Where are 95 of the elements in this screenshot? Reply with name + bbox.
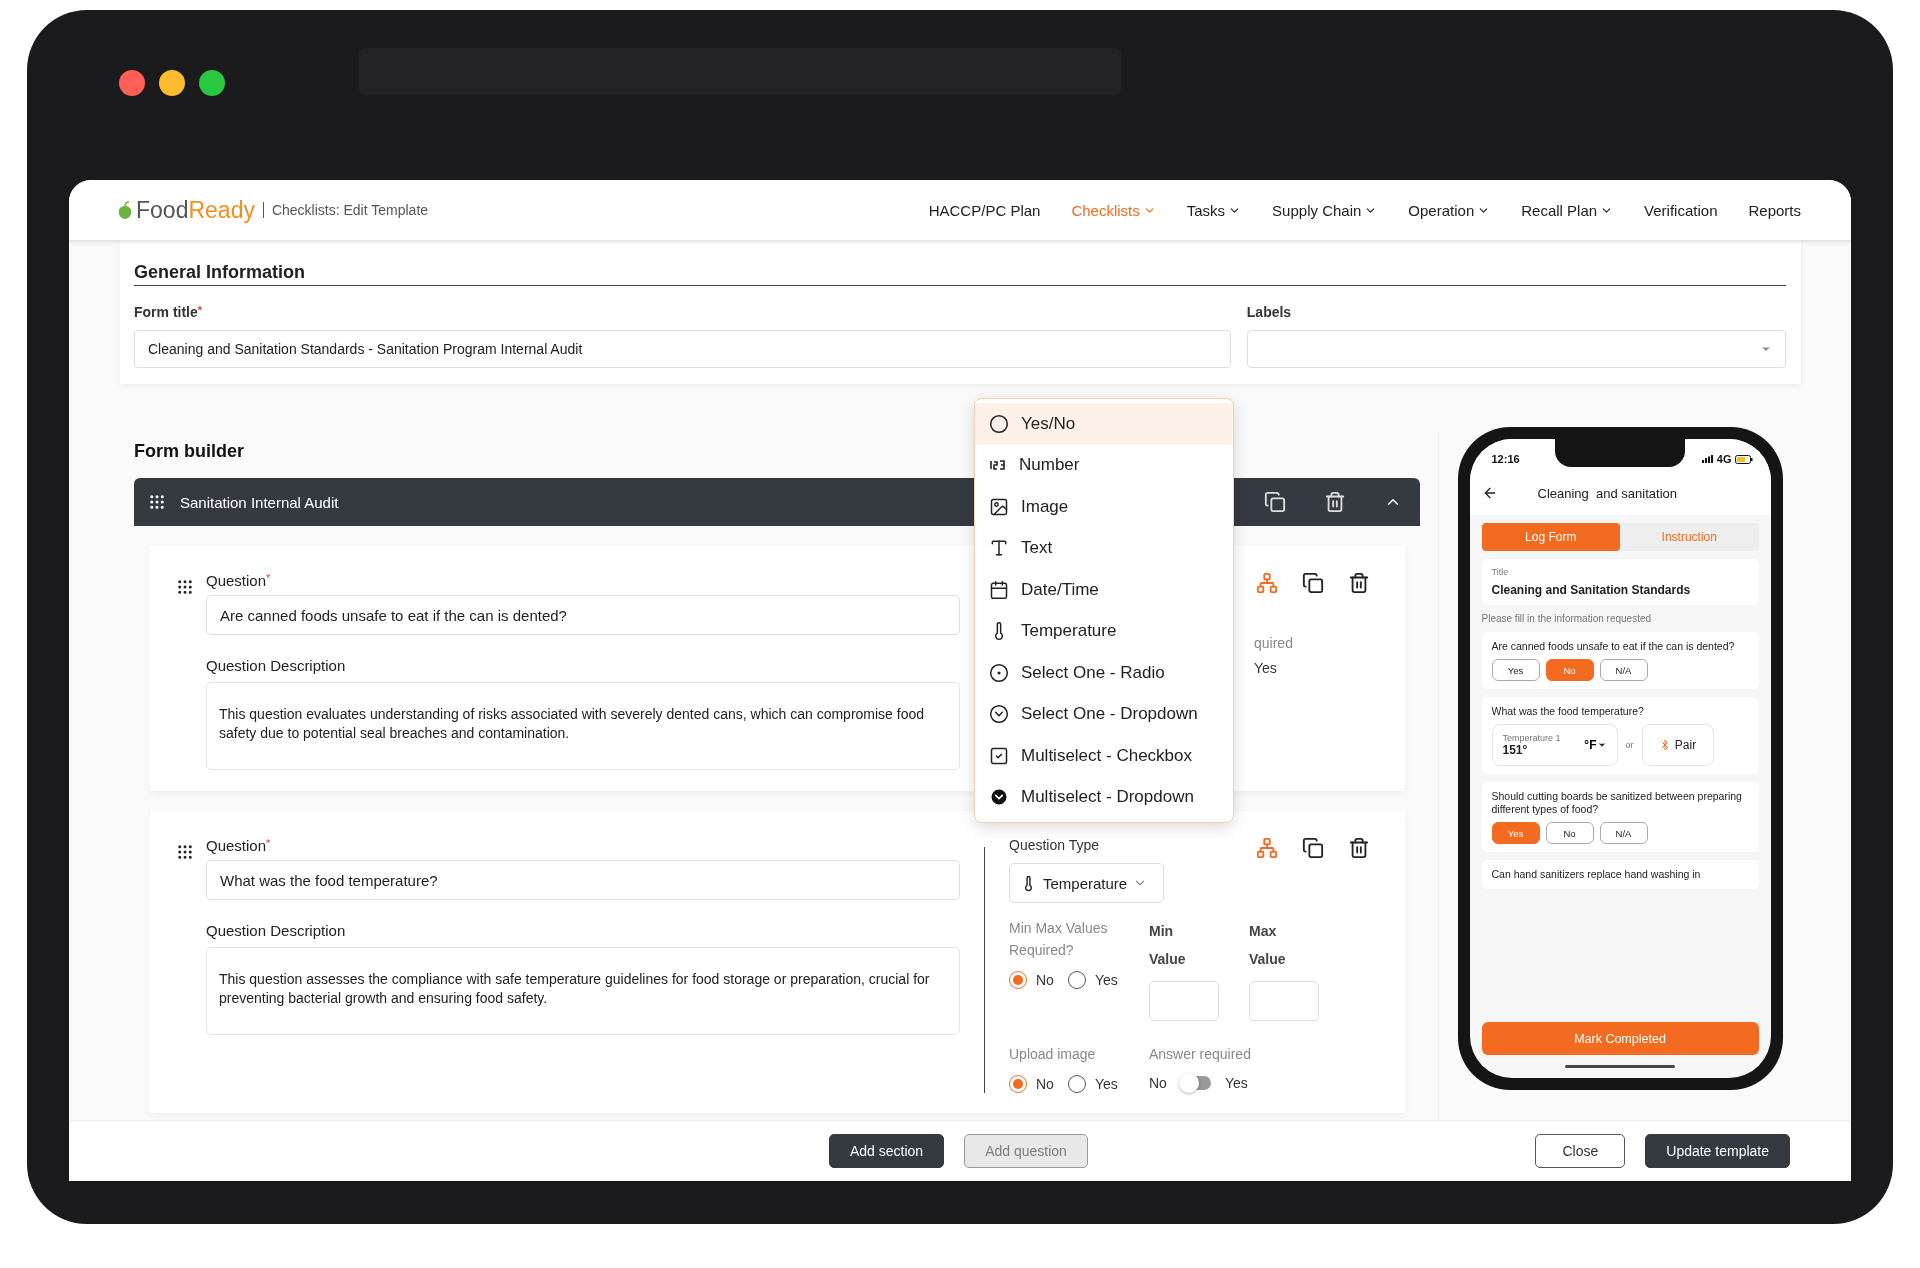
zoom-window-control[interactable]	[199, 70, 225, 96]
circle-icon	[989, 413, 1009, 434]
question-input[interactable]: Are canned foods unsafe to eat if the can is dented?	[206, 595, 960, 635]
field-label: Min Value	[1149, 922, 1187, 969]
signal-icon	[1701, 455, 1714, 463]
field-label: quired	[1254, 634, 1294, 653]
footer-button[interactable]: Update template	[1645, 1134, 1790, 1168]
drag-handle-icon[interactable]	[148, 493, 166, 511]
delete-icon[interactable]	[1348, 837, 1370, 859]
unit-label[interactable]: °F	[1584, 738, 1607, 752]
answer-option[interactable]: No	[1545, 822, 1594, 844]
battery-icon	[1734, 454, 1753, 464]
input-field[interactable]	[1249, 981, 1319, 1021]
status-time: 12:16	[1491, 453, 1520, 465]
nav-link[interactable]: Operation	[1408, 201, 1491, 219]
footer-button[interactable]: Close	[1535, 1134, 1626, 1168]
field-label: Labels	[1246, 304, 1293, 320]
form-title-input[interactable]: Cleaning and Sanitation Standards - Sanitation Program Internal Audit	[134, 330, 1231, 368]
logo: FoodReady	[136, 196, 255, 224]
nav-link[interactable]: Tasks	[1186, 201, 1242, 219]
field-label: Min Max Values Required?	[1009, 919, 1109, 960]
field-label: Max Value	[1249, 922, 1287, 969]
close-window-control[interactable]	[119, 70, 145, 96]
question-input[interactable]: What was the food temperature?	[206, 860, 960, 900]
menu-item[interactable]: Select One - Radio	[975, 652, 1233, 694]
question-text: Are canned foods unsafe to eat if the can is dented?	[1491, 640, 1736, 653]
field-label: Question Description	[206, 657, 347, 674]
dropdown-icon	[989, 704, 1009, 725]
question-text: Can hand sanitizers replace hand washing in	[1491, 868, 1702, 881]
menu-item[interactable]: Temperature	[975, 610, 1233, 652]
drag-handle-icon[interactable]	[176, 843, 194, 861]
option-label: Yes	[1254, 660, 1278, 676]
option-label: Yes	[1224, 1075, 1248, 1091]
field-label: Question*	[206, 837, 272, 854]
answer-option[interactable]: N/A	[1599, 659, 1648, 681]
answer-option[interactable]: Yes	[1491, 659, 1540, 681]
nav-link[interactable]: Verification	[1644, 201, 1718, 219]
delete-icon[interactable]	[1324, 491, 1346, 513]
menu-item[interactable]: Text	[975, 527, 1233, 569]
copy-icon[interactable]	[1264, 491, 1286, 513]
answer-option[interactable]: N/A	[1599, 822, 1648, 844]
radio-icon	[989, 662, 1009, 683]
nav-link[interactable]: Supply Chain	[1272, 201, 1378, 219]
menu-item[interactable]: Multiselect - Dropdown	[975, 776, 1233, 818]
field-label: Question Type	[1009, 837, 1100, 853]
leaf-logo-icon	[117, 201, 133, 219]
radio-option[interactable]: No	[1009, 1075, 1054, 1093]
menu-item[interactable]: Image	[975, 486, 1233, 528]
screen-title: Cleaning and sanitation	[1537, 485, 1677, 501]
caret-icon	[1596, 740, 1607, 750]
nav-link[interactable]: HACCP/PC Plan	[928, 201, 1041, 219]
radio-option[interactable]: Yes	[1067, 971, 1118, 989]
radio-option[interactable]: No	[1009, 971, 1054, 989]
copy-icon[interactable]	[1302, 837, 1324, 859]
image-icon	[989, 496, 1009, 517]
footer-button[interactable]: Add section	[829, 1134, 945, 1168]
or-label: or	[1625, 740, 1634, 750]
drag-handle-icon[interactable]	[176, 578, 194, 596]
calendar-icon	[989, 579, 1009, 600]
menu-item[interactable]: Multiselect - Checkbox	[975, 735, 1233, 777]
question-type-select[interactable]: Temperature	[1009, 863, 1164, 903]
field-label: Question Description	[206, 922, 347, 939]
dropdown-icon	[989, 787, 1009, 808]
field-label: Form title*	[134, 304, 204, 320]
question-text: What was the food temperature?	[1491, 705, 1645, 718]
section-heading: Form builder	[134, 441, 245, 462]
minimize-window-control[interactable]	[159, 70, 185, 96]
field-label: Question*	[206, 572, 272, 589]
description-field[interactable]: This question assesses the compliance with safe temperature guidelines for food storage or preparation, crucial for preventing bacterial growth and ensuring food safety.	[206, 947, 960, 1035]
menu-item[interactable]: Date/Time	[975, 569, 1233, 611]
menu-item[interactable]: Yes/No	[975, 403, 1233, 445]
nav-link[interactable]: Recall Plan	[1521, 201, 1614, 219]
copy-icon[interactable]	[1302, 572, 1324, 594]
temperature-field[interactable]: Temperature 1 151° °F	[1491, 724, 1618, 766]
logic-tree-icon[interactable]	[1256, 572, 1278, 594]
checkbox-icon	[989, 745, 1009, 766]
hint-text: Please fill in the information requested	[1481, 613, 1653, 624]
input-field[interactable]	[1149, 981, 1219, 1021]
field-label: Upload image	[1009, 1045, 1097, 1064]
option-label: No	[1149, 1075, 1167, 1091]
network-label: 4G	[1716, 453, 1732, 465]
description-field[interactable]: This question evaluates understanding of risks associated with severely dented cans, which can compromise food safety due to potential seal breaches and contamination.	[206, 682, 960, 770]
section-heading: General Information	[134, 262, 1786, 286]
delete-icon[interactable]	[1348, 572, 1370, 594]
menu-item[interactable]: Select One - Dropdown	[975, 693, 1233, 735]
field-label: Answer required	[1149, 1045, 1251, 1064]
logic-tree-icon[interactable]	[1256, 837, 1278, 859]
toggle-switch[interactable]	[1180, 1076, 1211, 1090]
page-title: Checklists: Edit Template	[262, 202, 429, 218]
pair-button[interactable]: Pair	[1641, 724, 1714, 766]
nav-link[interactable]: Reports	[1748, 201, 1801, 219]
radio-option[interactable]: Yes	[1067, 1075, 1118, 1093]
title-field[interactable]: Title Cleaning and Sanitation Standards	[1481, 559, 1759, 605]
number-icon	[989, 460, 1007, 471]
question-text: Should cutting boards be sanitized between preparing different types of food?	[1491, 790, 1743, 816]
